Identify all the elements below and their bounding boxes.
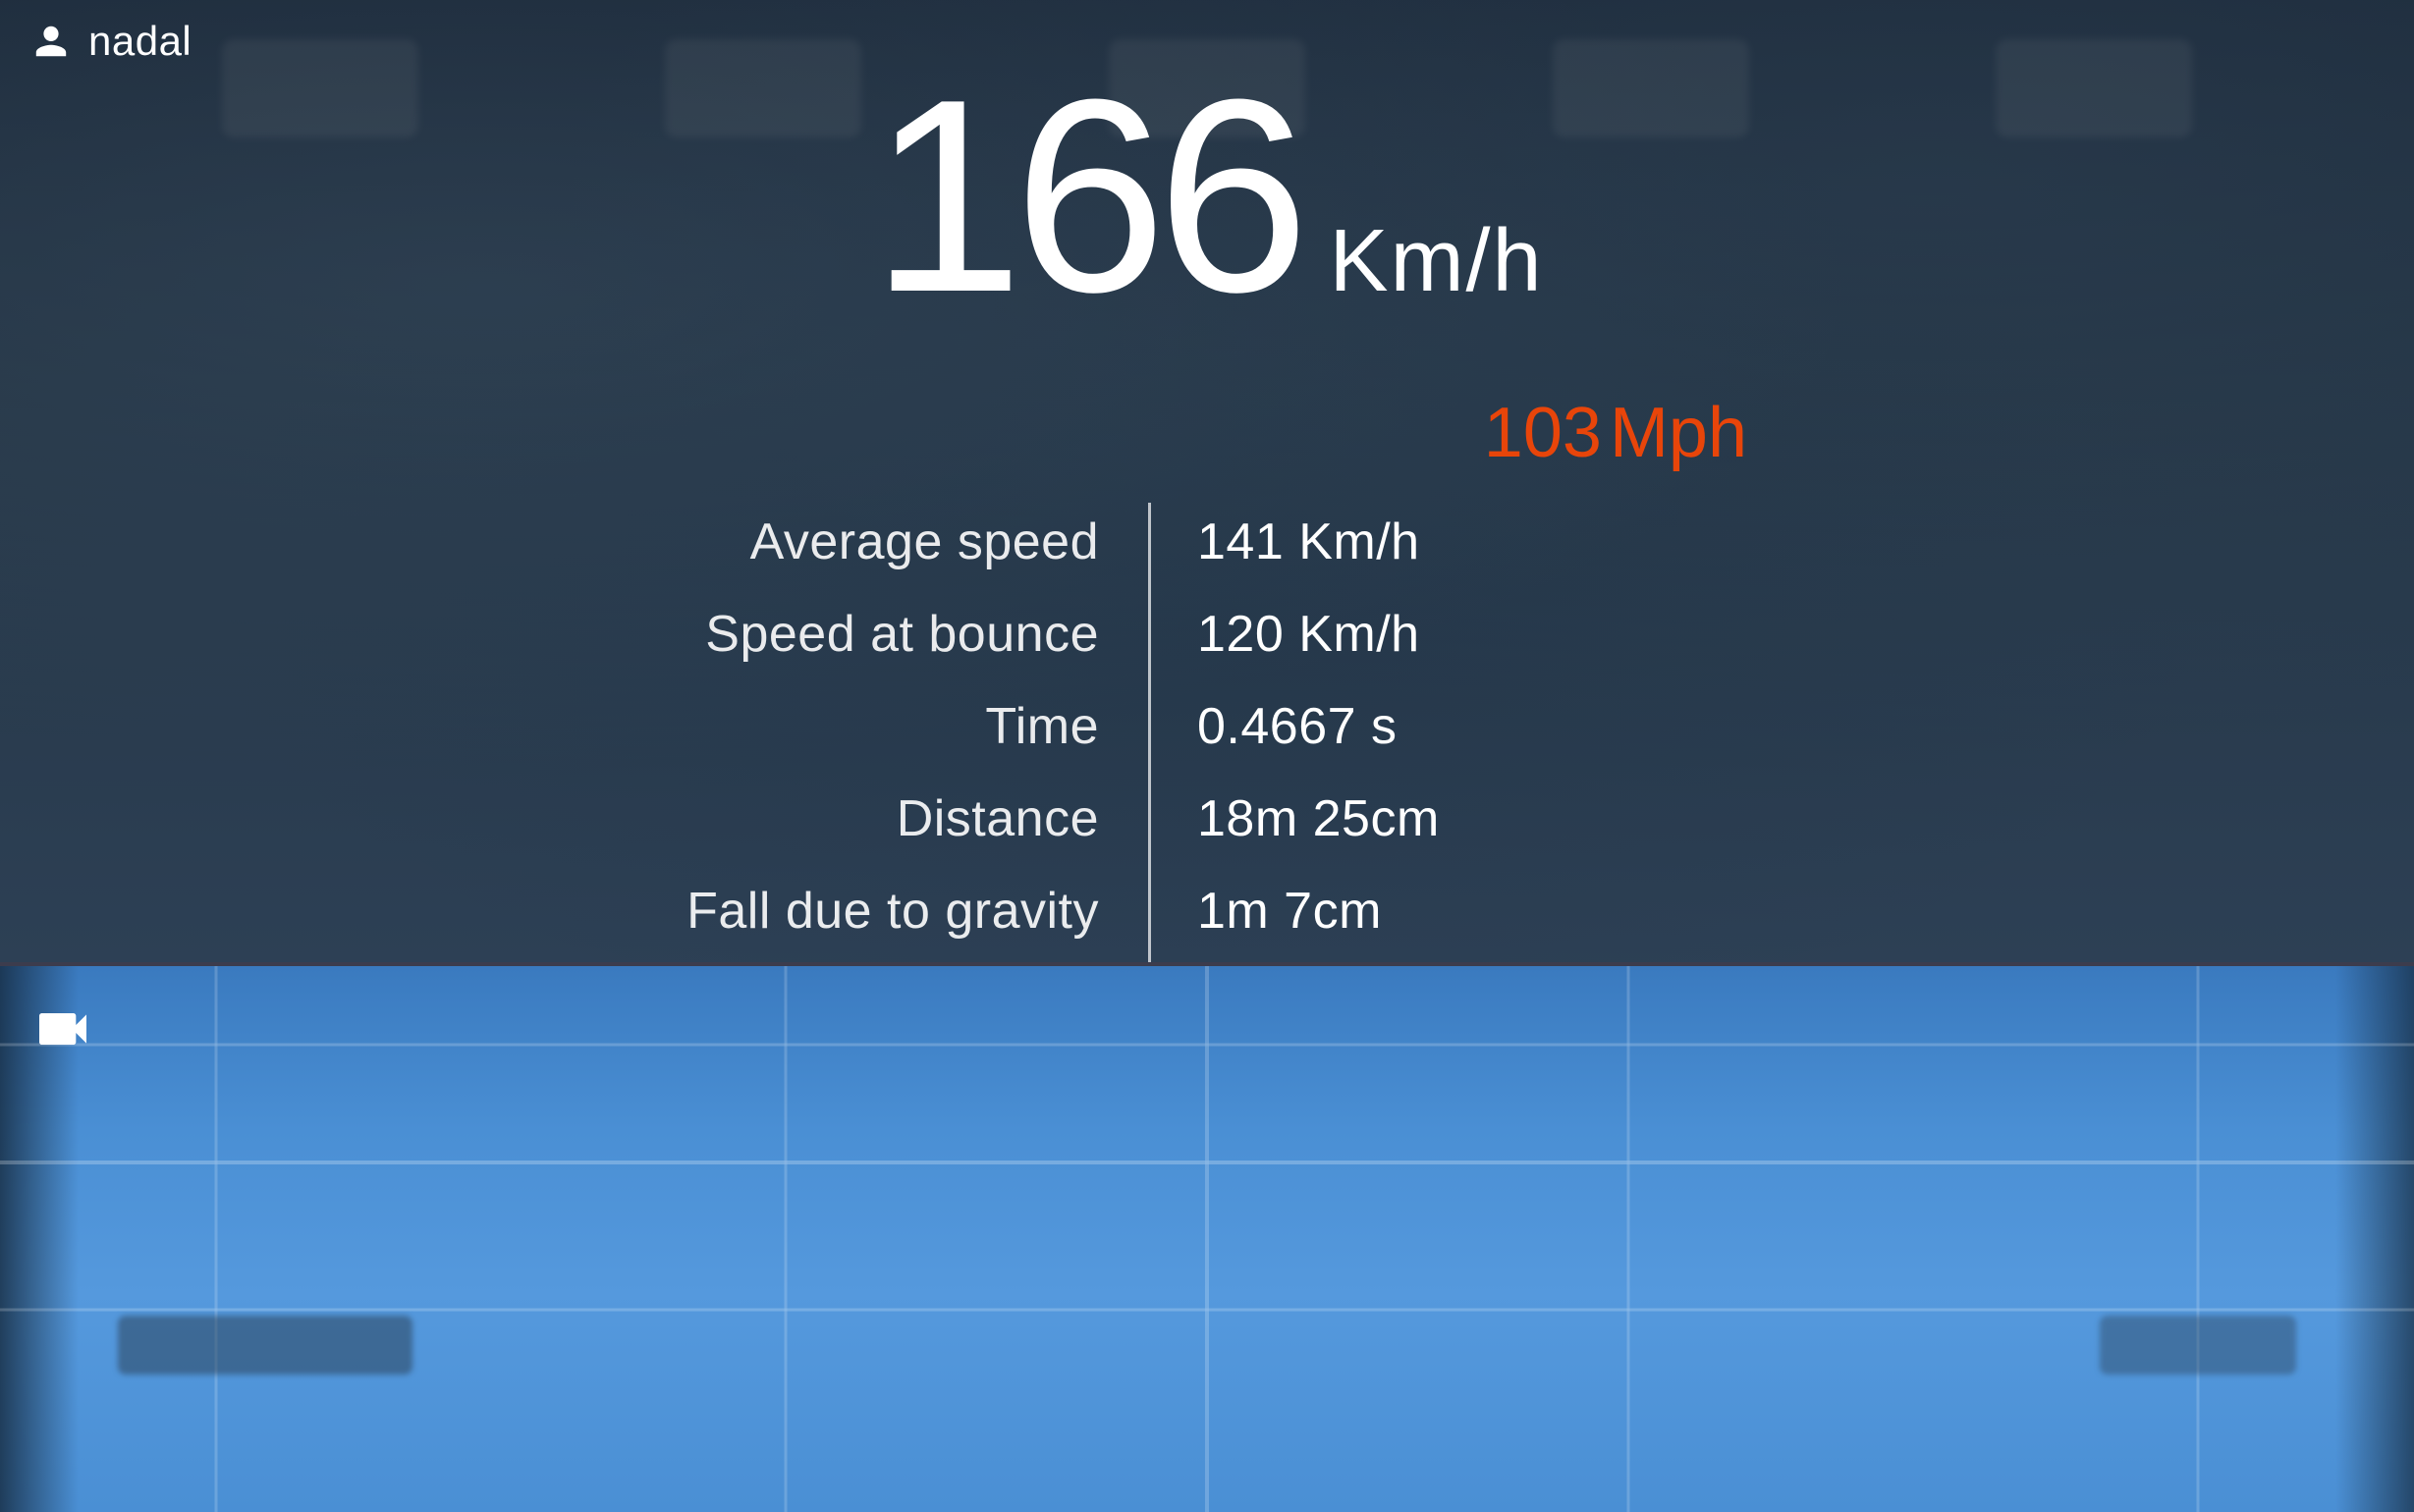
stat-label-gravity: Fall due to gravity bbox=[667, 882, 1148, 941]
mph-speed-line: 103 Mph bbox=[667, 393, 1747, 473]
stat-label-speed-bounce: Speed at bounce bbox=[667, 605, 1148, 664]
camera-icon-button[interactable] bbox=[31, 998, 94, 1065]
stat-row-time: Time 0.4667 s bbox=[667, 687, 1747, 766]
user-name-label: nadal bbox=[88, 18, 192, 65]
court-lines-overlay bbox=[0, 966, 2414, 1512]
speed-kmh-value: 166 bbox=[870, 59, 1299, 334]
stat-value-speed-bounce: 120 Km/h bbox=[1148, 605, 1420, 664]
user-header: nadal bbox=[29, 18, 192, 65]
score-overlay-left bbox=[118, 1316, 412, 1375]
stat-label-distance: Distance bbox=[667, 789, 1148, 848]
speed-kmh-unit: Km/h bbox=[1330, 211, 1544, 312]
stats-rows-container: Average speed 141 Km/h Speed at bounce 1… bbox=[667, 503, 1747, 962]
speed-mph-value: 103 bbox=[1445, 393, 1602, 473]
stat-row-gravity: Fall due to gravity 1m 7cm bbox=[667, 872, 1747, 950]
speed-display: 166 Km/h bbox=[0, 59, 2414, 334]
score-overlay-right bbox=[2100, 1316, 2296, 1375]
stat-value-gravity: 1m 7cm bbox=[1148, 882, 1382, 941]
stat-value-average-speed: 141 Km/h bbox=[1148, 513, 1420, 571]
stats-panel-section: nadal 166 Km/h 103 Mph Average speed 141… bbox=[0, 0, 2414, 962]
stat-row-average-speed: Average speed 141 Km/h bbox=[667, 503, 1747, 581]
stat-value-time: 0.4667 s bbox=[1148, 697, 1398, 756]
stat-label-average-speed: Average speed bbox=[667, 513, 1148, 571]
person-icon bbox=[29, 20, 73, 63]
video-camera-icon bbox=[31, 998, 94, 1060]
stat-row-speed-bounce: Speed at bounce 120 Km/h bbox=[667, 595, 1747, 674]
vertical-divider bbox=[1148, 503, 1151, 962]
stat-row-distance: Distance 18m 25cm bbox=[667, 780, 1747, 858]
court-video-section bbox=[0, 966, 2414, 1512]
speed-mph-unit: Mph bbox=[1610, 393, 1747, 473]
stats-data-panel: 103 Mph Average speed 141 Km/h Speed at … bbox=[667, 393, 1747, 962]
stat-value-distance: 18m 25cm bbox=[1148, 789, 1440, 848]
stat-label-time: Time bbox=[667, 697, 1148, 756]
